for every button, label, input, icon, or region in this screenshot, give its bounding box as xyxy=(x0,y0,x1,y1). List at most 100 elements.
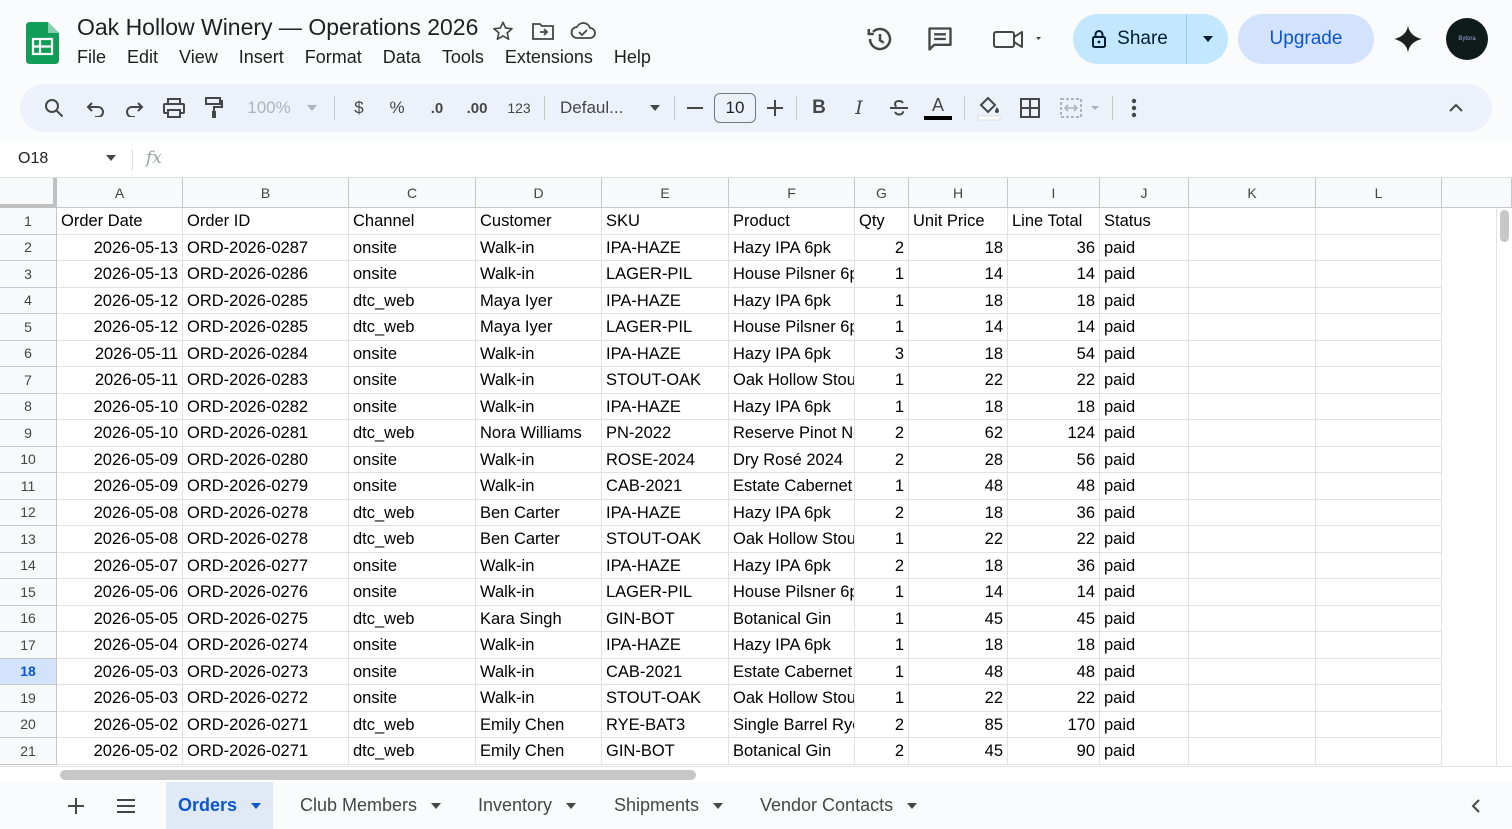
decrease-decimal-button[interactable]: .0 xyxy=(422,92,452,124)
table-cell[interactable]: dtc_web xyxy=(349,314,476,341)
table-cell[interactable] xyxy=(1316,446,1442,473)
table-cell[interactable]: 1 xyxy=(855,393,909,420)
table-cell[interactable]: paid xyxy=(1100,685,1189,712)
column-header[interactable]: E xyxy=(602,178,729,208)
table-cell[interactable]: 2026-05-05 xyxy=(57,605,183,632)
table-cell[interactable]: Oak Hollow Stout xyxy=(729,526,855,553)
table-cell[interactable]: onsite xyxy=(349,340,476,367)
undo-icon[interactable] xyxy=(82,92,110,124)
table-cell[interactable] xyxy=(1316,526,1442,553)
header-cell[interactable] xyxy=(1316,208,1442,235)
vertical-scroll-thumb[interactable] xyxy=(1500,210,1509,242)
table-cell[interactable] xyxy=(1316,234,1442,261)
table-cell[interactable]: 45 xyxy=(1008,605,1100,632)
table-cell[interactable]: ORD-2026-0271 xyxy=(183,738,349,765)
table-cell[interactable]: 18 xyxy=(909,632,1008,659)
table-cell[interactable]: 1 xyxy=(855,605,909,632)
table-cell[interactable]: 2 xyxy=(855,420,909,447)
chevron-down-icon[interactable] xyxy=(713,802,724,809)
table-cell[interactable]: 2 xyxy=(855,499,909,526)
table-cell[interactable]: 2026-05-09 xyxy=(57,446,183,473)
table-cell[interactable]: ORD-2026-0285 xyxy=(183,287,349,314)
table-cell[interactable]: ORD-2026-0279 xyxy=(183,473,349,500)
table-cell[interactable]: 1 xyxy=(855,526,909,553)
table-cell[interactable] xyxy=(1316,685,1442,712)
table-cell[interactable]: paid xyxy=(1100,738,1189,765)
table-cell[interactable]: Hazy IPA 6pk xyxy=(729,393,855,420)
table-cell[interactable]: 45 xyxy=(909,738,1008,765)
header-cell[interactable]: Status xyxy=(1100,208,1189,235)
table-cell[interactable]: 36 xyxy=(1008,234,1100,261)
table-cell[interactable]: CAB-2021 xyxy=(602,473,729,500)
table-cell[interactable]: House Pilsner 6pk xyxy=(729,579,855,606)
table-cell[interactable]: 1 xyxy=(855,287,909,314)
table-cell[interactable]: ORD-2026-0283 xyxy=(183,367,349,394)
table-cell[interactable] xyxy=(1189,685,1316,712)
table-cell[interactable] xyxy=(1189,552,1316,579)
table-cell[interactable]: IPA-HAZE xyxy=(602,632,729,659)
table-cell[interactable] xyxy=(1316,605,1442,632)
table-cell[interactable]: 14 xyxy=(909,579,1008,606)
table-cell[interactable]: paid xyxy=(1100,420,1189,447)
table-cell[interactable]: 2026-05-03 xyxy=(57,685,183,712)
cloud-saved-icon[interactable] xyxy=(570,18,596,44)
table-cell[interactable]: onsite xyxy=(349,473,476,500)
horizontal-scroll-thumb[interactable] xyxy=(60,770,696,780)
increase-font-size-icon[interactable] xyxy=(764,92,786,124)
table-cell[interactable]: Walk-in xyxy=(476,234,602,261)
currency-format-button[interactable]: $ xyxy=(346,92,372,124)
table-cell[interactable] xyxy=(1316,340,1442,367)
text-color-button[interactable]: A xyxy=(922,92,954,124)
font-size-input[interactable]: 10 xyxy=(714,93,756,123)
table-cell[interactable]: 45 xyxy=(909,605,1008,632)
redo-icon[interactable] xyxy=(120,92,148,124)
table-cell[interactable]: 2 xyxy=(855,234,909,261)
upgrade-button[interactable]: Upgrade xyxy=(1238,14,1374,64)
table-cell[interactable]: paid xyxy=(1100,658,1189,685)
sheet-tab[interactable]: Orders xyxy=(166,782,274,829)
table-cell[interactable]: Walk-in xyxy=(476,367,602,394)
table-cell[interactable]: ORD-2026-0271 xyxy=(183,711,349,738)
header-cell[interactable]: Order ID xyxy=(183,208,349,235)
table-cell[interactable] xyxy=(1316,658,1442,685)
table-cell[interactable]: 14 xyxy=(909,314,1008,341)
table-cell[interactable]: 14 xyxy=(909,261,1008,288)
table-cell[interactable]: paid xyxy=(1100,579,1189,606)
avatar[interactable]: Bytora xyxy=(1446,18,1488,60)
table-cell[interactable]: ORD-2026-0282 xyxy=(183,393,349,420)
sheet-tab[interactable]: Inventory xyxy=(466,782,588,829)
table-cell[interactable]: ORD-2026-0278 xyxy=(183,526,349,553)
chevron-down-icon[interactable] xyxy=(907,802,918,809)
table-cell[interactable]: 2026-05-08 xyxy=(57,526,183,553)
table-cell[interactable] xyxy=(1316,632,1442,659)
add-sheet-icon[interactable] xyxy=(58,790,94,822)
table-cell[interactable]: onsite xyxy=(349,446,476,473)
table-cell[interactable]: 3 xyxy=(855,340,909,367)
table-cell[interactable]: Walk-in xyxy=(476,552,602,579)
table-cell[interactable]: 2026-05-13 xyxy=(57,234,183,261)
row-header[interactable]: 14 xyxy=(0,552,57,579)
font-family-select[interactable]: Defaul... xyxy=(560,92,660,124)
row-header[interactable]: 19 xyxy=(0,685,57,712)
table-cell[interactable] xyxy=(1189,234,1316,261)
table-cell[interactable]: Walk-in xyxy=(476,261,602,288)
select-all-corner[interactable] xyxy=(0,178,57,208)
table-cell[interactable]: Kara Singh xyxy=(476,605,602,632)
table-cell[interactable]: Walk-in xyxy=(476,340,602,367)
table-cell[interactable]: onsite xyxy=(349,685,476,712)
table-cell[interactable] xyxy=(1189,711,1316,738)
table-cell[interactable]: Hazy IPA 6pk xyxy=(729,287,855,314)
table-cell[interactable]: 18 xyxy=(909,499,1008,526)
table-cell[interactable]: 18 xyxy=(909,552,1008,579)
row-header[interactable]: 4 xyxy=(0,287,57,314)
header-cell[interactable]: Channel xyxy=(349,208,476,235)
table-cell[interactable]: PN-2022 xyxy=(602,420,729,447)
table-cell[interactable]: Hazy IPA 6pk xyxy=(729,499,855,526)
table-cell[interactable] xyxy=(1189,367,1316,394)
table-cell[interactable]: dtc_web xyxy=(349,287,476,314)
table-cell[interactable]: dtc_web xyxy=(349,499,476,526)
column-header[interactable]: B xyxy=(183,178,349,208)
table-cell[interactable]: paid xyxy=(1100,393,1189,420)
table-cell[interactable]: paid xyxy=(1100,234,1189,261)
decrease-font-size-icon[interactable] xyxy=(684,92,706,124)
